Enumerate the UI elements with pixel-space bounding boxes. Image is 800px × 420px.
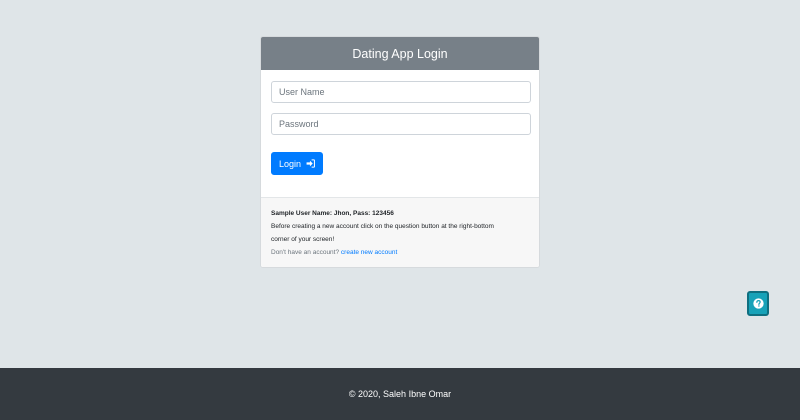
login-button[interactable]: Login	[271, 152, 324, 175]
create-account-link[interactable]: create new account	[341, 249, 397, 256]
login-card-title: Dating App Login	[352, 46, 448, 61]
footer-copyright: © 2020, Saleh Ibne Omar	[348, 389, 452, 399]
page-footer: © 2020, Saleh Ibne Omar	[0, 368, 800, 420]
login-card-footer: Sample User Name: Jhon, Pass: 123456 Bef…	[261, 197, 539, 267]
no-account-text: Don't have an account?	[271, 249, 340, 256]
instructions-line-1: Before creating a new account click on t…	[271, 223, 494, 230]
login-form: Login	[261, 70, 539, 175]
login-button-label: Login	[279, 158, 302, 169]
login-card-header: Dating App Login	[261, 37, 539, 70]
password-input[interactable]	[271, 113, 531, 135]
username-input[interactable]	[271, 81, 531, 103]
sign-in-icon	[306, 159, 315, 168]
sample-credentials: Sample User Name: Jhon, Pass: 123456	[271, 210, 394, 217]
question-circle-icon	[752, 298, 764, 309]
login-card: Dating App Login Login Sample User Name:…	[260, 36, 540, 268]
help-button[interactable]	[747, 291, 769, 316]
page: Dating App Login Login Sample User Name:…	[0, 0, 800, 420]
instructions-line-2: corner of your screen!	[271, 236, 335, 243]
signup-prompt: Don't have an account? create new accoun…	[271, 246, 529, 259]
